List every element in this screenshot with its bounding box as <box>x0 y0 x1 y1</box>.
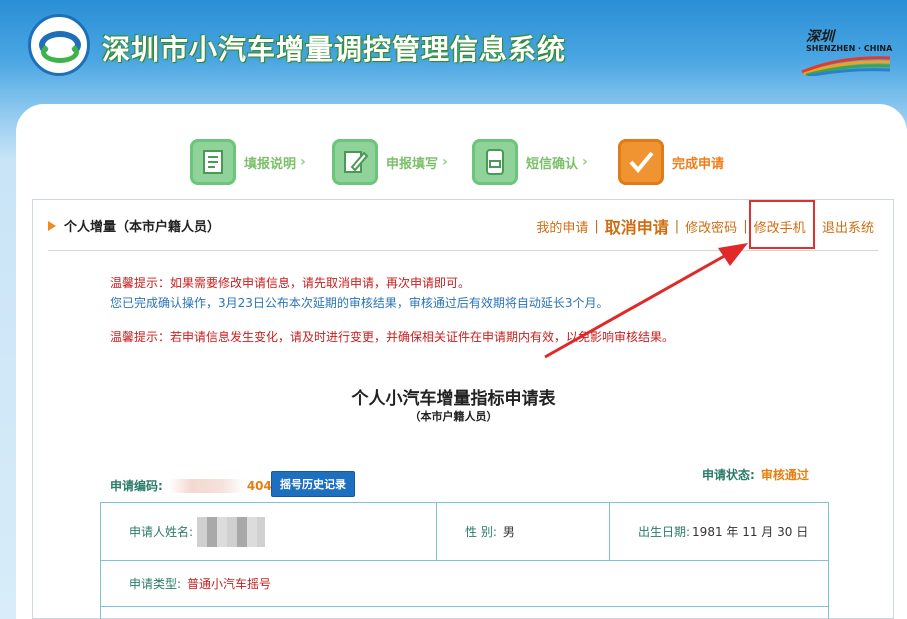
application-code: 申请编码: 404 <box>110 477 272 494</box>
arrow-right-icon <box>48 220 56 231</box>
brand-swoosh <box>801 56 891 76</box>
notice-modify-info: 温馨提示：如果需要修改申请信息，请先取消申请，再次申请即可。 <box>110 276 471 290</box>
table-row <box>101 607 828 619</box>
change-phone-highlight <box>749 200 815 249</box>
lottery-history-button[interactable]: 摇号历史记录 <box>271 471 355 497</box>
notice-info-change: 温馨提示：若申请信息发生变化，请及时进行变更，并确保相关证件在申请期内有效，以免… <box>110 330 675 344</box>
name-cell: 申请人姓名: <box>101 503 437 560</box>
step-label: 申报填写 <box>386 156 439 172</box>
form-title: 个人小汽车增量指标申请表 <box>351 389 556 409</box>
shenzhen-brand-logo: 深圳 SHENZHEN · CHINA <box>800 26 895 76</box>
status-label: 申请状态: <box>702 468 755 482</box>
my-application-link[interactable]: 我的申请 <box>536 217 588 236</box>
step-label: 填报说明 <box>244 156 297 172</box>
table-row: 申请类型: 普通小汽车摇号 <box>101 561 828 607</box>
logout-link[interactable]: 退出系统 <box>822 217 874 236</box>
nav-separator: | <box>594 218 599 234</box>
notice-extension: 您已完成确认操作，3月23日公布本次延期的审核结果，审核通过后有效期将自动延长3… <box>110 296 609 310</box>
birth-label: 出生日期: <box>638 525 691 539</box>
birth-value: 1981 年 11 月 30 日 <box>692 525 809 539</box>
nav-separator: | <box>674 218 680 234</box>
progress-steps: 填报说明 › 申报填写 › 短信确认 › 完成申请 <box>190 137 750 187</box>
application-status: 申请状态: 审核通过 <box>702 466 809 483</box>
code-value: 404 <box>246 478 272 493</box>
status-badge: 审核通过 <box>760 468 809 482</box>
type-cell: 申请类型: 普通小汽车摇号 <box>101 561 828 606</box>
gender-label: 性 别: <box>465 525 497 539</box>
site-title: 深圳市小汽车增量调控管理信息系统 <box>102 33 567 66</box>
birth-cell: 出生日期: 1981 年 11 月 30 日 <box>610 503 828 560</box>
chevron-right-icon: › <box>582 154 588 170</box>
site-header: 深圳市小汽车增量调控管理信息系统 深圳 SHENZHEN · CHINA <box>0 0 907 100</box>
section-header: 个人增量（本市户籍人员） <box>48 216 220 235</box>
step-label: 短信确认 <box>526 156 579 172</box>
checkmark-icon <box>618 139 664 185</box>
step-fill-instructions: 填报说明 › <box>190 137 306 187</box>
chevron-right-icon: › <box>442 154 448 170</box>
sms-phone-icon <box>472 139 518 185</box>
name-label: 申请人姓名: <box>129 525 194 539</box>
gender-cell: 性 别: 男 <box>437 503 610 560</box>
divider <box>48 250 878 251</box>
brand-cn: 深圳 <box>806 29 834 45</box>
step-label-active: 完成申请 <box>672 156 725 172</box>
gender-value: 男 <box>502 525 515 539</box>
code-label: 申请编码: <box>110 479 163 493</box>
account-nav: 我的申请 | 取消申请 | 修改密码 | 修改手机 | 退出系统 <box>536 214 874 238</box>
section-title: 个人增量（本市户籍人员） <box>64 220 221 235</box>
change-password-link[interactable]: 修改密码 <box>685 217 737 236</box>
document-icon <box>190 139 236 185</box>
brand-en: SHENZHEN · CHINA <box>806 44 893 53</box>
type-label: 申请类型: <box>129 577 182 591</box>
application-table: 申请人姓名: 性 别: 男 出生日期: 1981 年 11 月 30 日 申请类… <box>100 502 829 619</box>
step-fill-form: 申报填写 › <box>332 137 448 187</box>
site-logo <box>28 14 90 76</box>
chevron-right-icon: › <box>300 154 306 170</box>
code-redacted <box>168 478 245 493</box>
step-sms-confirm: 短信确认 › <box>472 137 588 187</box>
step-complete: 完成申请 <box>618 137 724 187</box>
nav-separator: | <box>743 218 748 234</box>
type-value: 普通小汽车摇号 <box>187 577 272 591</box>
cancel-application-link[interactable]: 取消申请 <box>605 214 669 238</box>
table-row: 申请人姓名: 性 别: 男 出生日期: 1981 年 11 月 30 日 <box>101 503 828 561</box>
form-subtitle: （本市户籍人员） <box>409 410 498 423</box>
name-redacted <box>197 516 266 547</box>
edit-form-icon <box>332 139 378 185</box>
